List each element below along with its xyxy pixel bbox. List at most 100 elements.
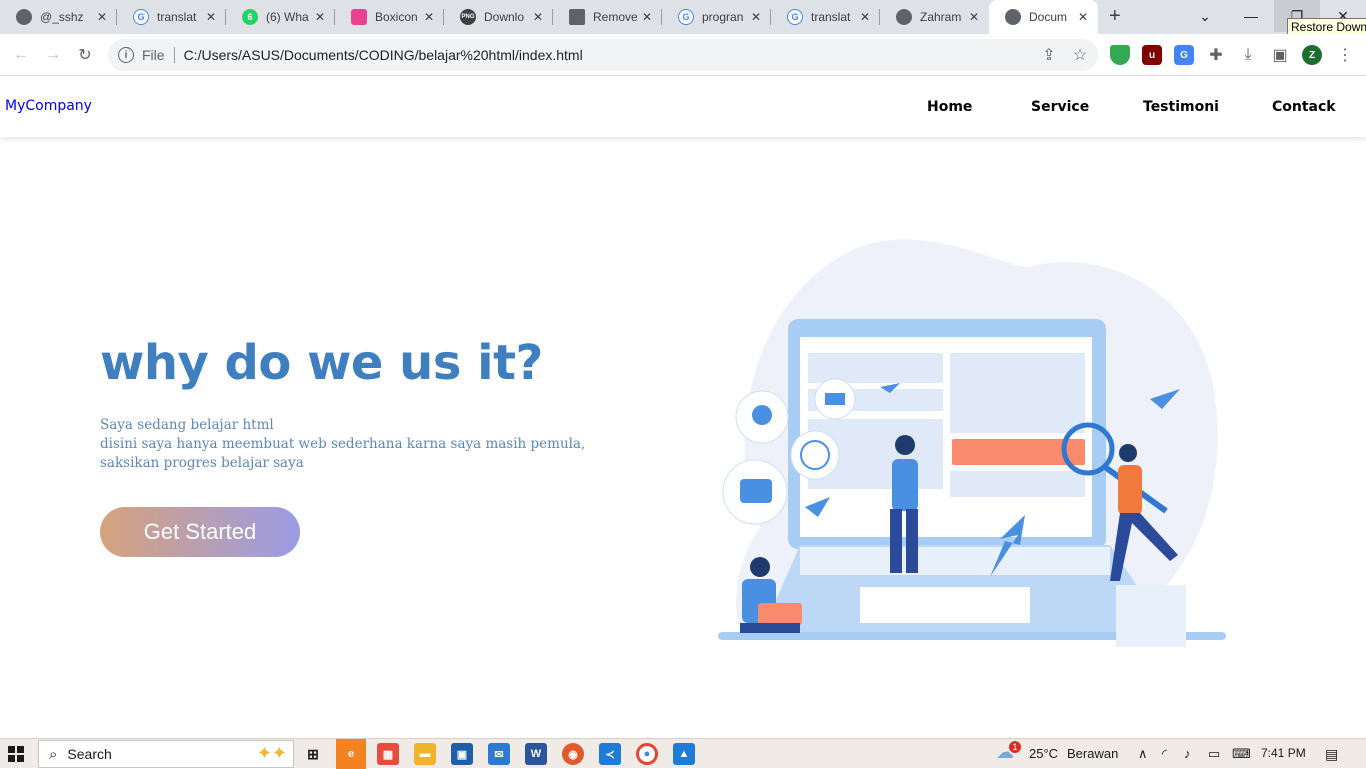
info-icon[interactable]: i: [118, 47, 134, 63]
microsoft-store-icon[interactable]: ▣: [451, 743, 473, 765]
windows-start-icon[interactable]: [8, 746, 24, 762]
browser-tab[interactable]: PNG Downlo ✕: [444, 0, 553, 34]
ublock-icon[interactable]: u: [1142, 45, 1162, 65]
windows-taskbar: ⌕ Search ✦✦ ⊞ e ▦ ▬ ▣ ✉ W ◉ ≺ ● ▲ ☁ 1 25…: [0, 738, 1366, 769]
close-tab-icon[interactable]: ✕: [751, 10, 761, 24]
notifications-icon[interactable]: ▤: [1325, 746, 1338, 763]
close-tab-icon[interactable]: ✕: [315, 10, 325, 24]
forward-icon[interactable]: →: [42, 44, 64, 66]
png-icon: PNG: [460, 9, 476, 25]
extensions-puzzle-icon[interactable]: ✚: [1205, 44, 1227, 66]
minimize-button[interactable]: —: [1228, 0, 1274, 32]
vscode-icon[interactable]: ≺: [599, 743, 621, 765]
hero-line: disini saya hanya meembuat web sederhana…: [100, 436, 586, 452]
tab-title: progran: [702, 10, 744, 24]
get-started-button[interactable]: Get Started: [100, 507, 300, 557]
close-tab-icon[interactable]: ✕: [533, 10, 543, 24]
hero-description: Saya sedang belajar html disini saya han…: [100, 416, 586, 473]
brand-link[interactable]: MyCompany: [5, 98, 92, 114]
boxicons-icon: [351, 9, 367, 25]
hero-illustration: [718, 239, 1226, 647]
page-viewport: MyCompany Home Service Testimoni Contack…: [0, 77, 1366, 738]
search-icon: ⌕: [49, 745, 58, 763]
show-hidden-icons-icon[interactable]: ∧: [1138, 746, 1148, 762]
store-icon[interactable]: ▦: [377, 743, 399, 765]
globe-icon: [16, 9, 32, 25]
battery-icon[interactable]: ▭: [1208, 746, 1220, 762]
edge-browser-icon[interactable]: e: [336, 739, 366, 769]
word-icon[interactable]: W: [525, 743, 547, 765]
url-text[interactable]: C:/Users/ASUS/Documents/CODING/belajar%2…: [184, 47, 583, 63]
browser-tab[interactable]: G translat ✕: [771, 0, 880, 34]
remove-bg-icon: [569, 9, 585, 25]
task-view-icon[interactable]: ⊞: [302, 743, 324, 765]
hero-line: saksikan progres belajar saya: [100, 455, 304, 471]
profile-avatar[interactable]: Z: [1302, 45, 1322, 65]
close-tab-icon[interactable]: ✕: [642, 10, 652, 24]
share-icon[interactable]: ⇪: [1038, 44, 1060, 66]
tab-title: Zahram: [920, 10, 962, 24]
tab-search-icon[interactable]: ⌄: [1182, 0, 1228, 32]
browser-tab[interactable]: G translat ✕: [117, 0, 226, 34]
close-tab-icon[interactable]: ✕: [1078, 10, 1088, 24]
tab-title: Docum: [1029, 10, 1068, 24]
google-icon: G: [787, 9, 803, 25]
weather-text[interactable]: Berawan: [1067, 746, 1118, 761]
chrome-icon[interactable]: ●: [636, 743, 658, 765]
side-panel-icon[interactable]: ▣: [1269, 44, 1291, 66]
browser-tab[interactable]: 6 (6) Wha ✕: [226, 0, 335, 34]
whatsapp-icon: 6: [242, 9, 258, 25]
clock[interactable]: 7:41 PM: [1261, 746, 1306, 760]
close-tab-icon[interactable]: ✕: [969, 10, 979, 24]
browser-tab-active[interactable]: Docum ✕: [989, 0, 1098, 34]
app-icon[interactable]: ◉: [562, 743, 584, 765]
back-icon[interactable]: ←: [10, 44, 32, 66]
file-explorer-icon[interactable]: ▬: [414, 743, 436, 765]
address-bar[interactable]: i File C:/Users/ASUS/Documents/CODING/be…: [108, 39, 1098, 71]
close-tab-icon[interactable]: ✕: [860, 10, 870, 24]
mail-icon[interactable]: ✉: [488, 743, 510, 765]
browser-toolbar: ← → ↻ i File C:/Users/ASUS/Documents/COD…: [0, 34, 1366, 76]
nav-home[interactable]: Home: [927, 99, 972, 115]
browser-tab[interactable]: @_sshz ✕: [0, 0, 117, 34]
browser-tab[interactable]: Remove ✕: [553, 0, 662, 34]
hero-line: Saya sedang belajar html: [100, 417, 274, 433]
nav-contack[interactable]: Contack: [1272, 99, 1336, 115]
browser-tab[interactable]: G progran ✕: [662, 0, 771, 34]
language-icon[interactable]: ⌨: [1232, 746, 1251, 762]
reload-icon[interactable]: ↻: [74, 44, 96, 66]
temperature[interactable]: 25°C: [1029, 746, 1058, 761]
photos-icon[interactable]: ▲: [673, 743, 695, 765]
wifi-icon[interactable]: ◜: [1162, 746, 1167, 762]
weather-badge: 1: [1009, 741, 1021, 753]
browser-tab[interactable]: Boxicon ✕: [335, 0, 444, 34]
globe-icon: [896, 9, 912, 25]
download-icon[interactable]: ⤓: [1237, 44, 1259, 66]
taskbar-search-box[interactable]: ⌕ Search ✦✦: [38, 740, 294, 768]
nav-service[interactable]: Service: [1031, 99, 1089, 115]
tab-title: (6) Wha: [266, 10, 309, 24]
bookmark-star-icon[interactable]: ☆: [1069, 44, 1091, 66]
hero-title: why do we us it?: [100, 335, 543, 391]
close-tab-icon[interactable]: ✕: [97, 10, 107, 24]
close-tab-icon[interactable]: ✕: [424, 10, 434, 24]
tab-title: translat: [157, 10, 197, 24]
tab-title: Downlo: [484, 10, 525, 24]
tab-title: translat: [811, 10, 851, 24]
globe-icon: [1005, 9, 1021, 25]
new-tab-button[interactable]: +: [1109, 5, 1121, 28]
nav-testimoni[interactable]: Testimoni: [1143, 99, 1219, 115]
translate-extension-icon[interactable]: G: [1174, 45, 1194, 65]
volume-icon[interactable]: ♪: [1184, 746, 1191, 761]
google-icon: G: [678, 9, 694, 25]
shield-extension-icon[interactable]: [1110, 45, 1130, 65]
search-highlight-icon: ✦✦: [256, 743, 287, 763]
tab-title: Remove: [593, 10, 637, 24]
close-tab-icon[interactable]: ✕: [206, 10, 216, 24]
google-icon: G: [133, 9, 149, 25]
taskbar-search-label: Search: [67, 746, 112, 762]
site-navbar: MyCompany Home Service Testimoni Contack: [0, 77, 1366, 137]
menu-kebab-icon[interactable]: ⋮: [1334, 44, 1356, 66]
url-scheme-label: File: [142, 47, 165, 63]
browser-tab[interactable]: Zahram ✕: [880, 0, 989, 34]
